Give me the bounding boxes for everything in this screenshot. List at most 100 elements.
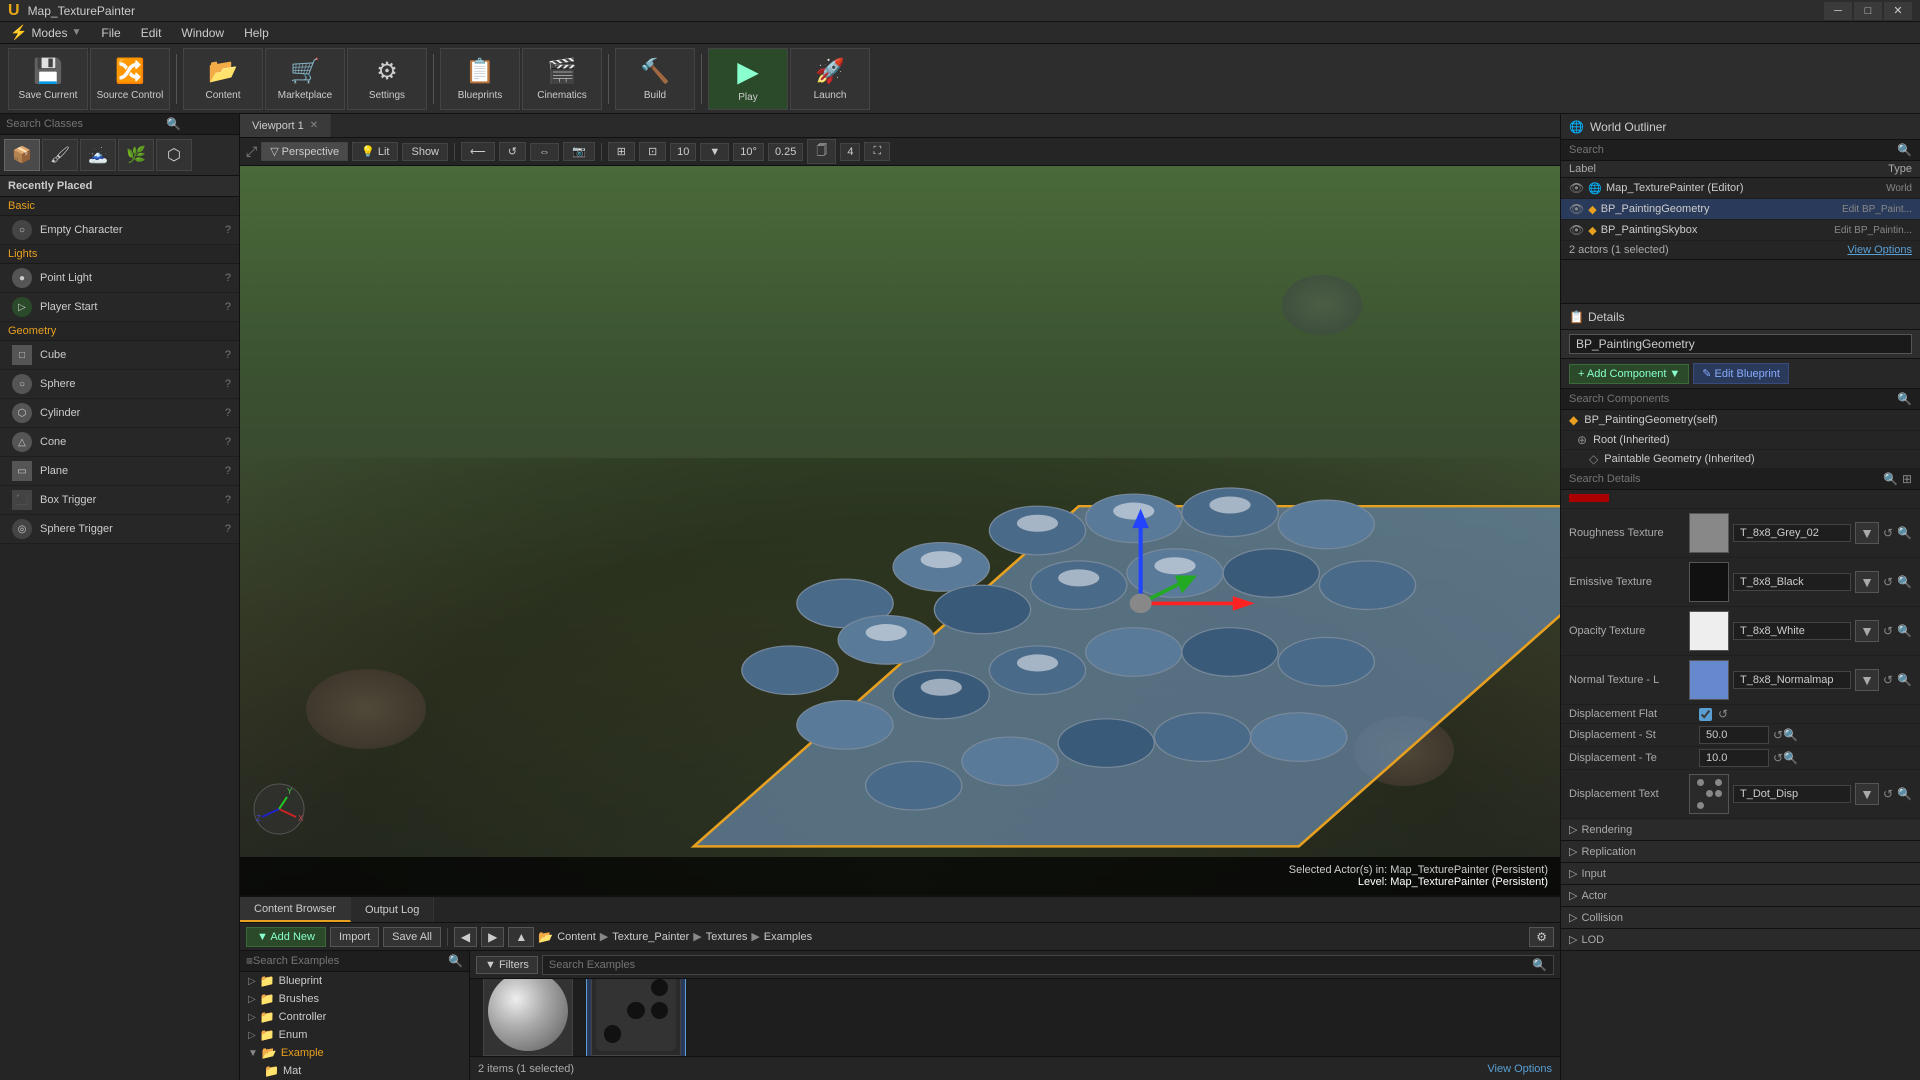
emissive-texture-dropdown[interactable]: ▼ [1855,571,1879,593]
details-grid-view-icon[interactable]: ⊞ [1902,472,1912,486]
rendering-section[interactable]: ▷ Rendering [1561,819,1920,841]
folder-brushes[interactable]: ▷ 📁 Brushes [240,990,469,1008]
perspective-btn[interactable]: ▽ Perspective [261,142,348,161]
actor-player-start[interactable]: ▷ Player Start ? [0,293,239,322]
sphere-help[interactable]: ? [225,378,231,390]
edit-menu[interactable]: Edit [131,22,172,43]
show-btn[interactable]: Show [402,143,448,161]
add-new-button[interactable]: ▼ Add New [246,927,326,947]
folder-mat[interactable]: 📁 Mat [240,1062,469,1080]
asset-t-dot-disp[interactable]: T_Dot_Disp [586,979,686,1056]
sphere-trigger-help[interactable]: ? [225,523,231,535]
roughness-search-icon[interactable]: 🔍 [1897,526,1912,540]
category-basic[interactable]: Basic [0,197,239,216]
outliner-item-world[interactable]: 👁 🌐 Map_TexturePainter (Editor) World [1561,178,1920,199]
painting-geometry-eye-icon[interactable]: 👁 [1569,202,1584,216]
paint-mode-btn[interactable]: 🖌 [42,139,78,171]
asset-t-cone-disp[interactable]: T_Cone_Disp [478,979,578,1056]
cube-help[interactable]: ? [225,349,231,361]
displacement-st-input[interactable] [1699,726,1769,744]
empty-character-help[interactable]: ? [225,224,231,236]
lod-section[interactable]: ▷ LOD [1561,929,1920,951]
displacement-text-search-icon[interactable]: 🔍 [1897,787,1912,801]
displacement-text-swatch[interactable] [1689,774,1729,814]
emissive-search-icon[interactable]: 🔍 [1897,575,1912,589]
content-browser-tab[interactable]: Content Browser [240,897,351,922]
roughness-texture-dropdown[interactable]: ▼ [1855,522,1879,544]
outliner-item-painting-skybox[interactable]: 👁 ◆ BP_PaintingSkybox Edit BP_Paintin... [1561,220,1920,241]
emissive-texture-swatch[interactable] [1689,562,1729,602]
modes-menu[interactable]: ⚡ Modes ▼ [0,22,91,43]
viewport-expand-icon[interactable]: ⤢ [246,143,257,160]
player-start-help[interactable]: ? [225,301,231,313]
file-menu[interactable]: File [91,22,130,43]
displacement-te-search-icon[interactable]: 🔍 [1783,751,1798,765]
displacement-flat-reset-icon[interactable]: ↺ [1718,707,1728,721]
blueprints-button[interactable]: 📋 Blueprints [440,48,520,110]
normal-texture-swatch[interactable] [1689,660,1729,700]
displacement-te-input[interactable] [1699,749,1769,767]
plane-help[interactable]: ? [225,465,231,477]
geometry-mode-btn[interactable]: ⬡ [156,139,192,171]
outliner-search-input[interactable] [1569,144,1893,156]
scale-gizmo-btn[interactable]: ⇔ [530,143,559,161]
outliner-item-painting-geometry[interactable]: 👁 ◆ BP_PaintingGeometry Edit BP_Paint... [1561,199,1920,220]
point-light-help[interactable]: ? [225,272,231,284]
folder-example[interactable]: ▼ 📂 Example [240,1044,469,1062]
details-actor-name-input[interactable] [1569,334,1912,354]
actor-sphere-trigger[interactable]: ◎ Sphere Trigger ? [0,515,239,544]
category-lights[interactable]: Lights [0,245,239,264]
opacity-search-icon[interactable]: 🔍 [1897,624,1912,638]
collapse-tree-icon[interactable]: ≡ [246,954,253,968]
actor-cylinder[interactable]: ⬡ Cylinder ? [0,399,239,428]
component-self[interactable]: ◆ BP_PaintingGeometry(self) [1561,410,1920,431]
landscape-mode-btn[interactable]: 🗻 [80,139,116,171]
actor-empty-character[interactable]: ○ Empty Character ? [0,216,239,245]
component-paintable-geometry[interactable]: ◇ Paintable Geometry (Inherited) [1561,450,1920,469]
import-button[interactable]: Import [330,927,379,947]
actor-box-trigger[interactable]: ⬛ Box Trigger ? [0,486,239,515]
actor-cube[interactable]: □ Cube ? [0,341,239,370]
viewport-tab-close-icon[interactable]: ✕ [310,120,318,131]
emissive-reset-icon[interactable]: ↺ [1883,575,1893,589]
path-texture-painter[interactable]: Texture_Painter [612,931,689,943]
grid-dropdown-btn[interactable]: ▼ [700,143,729,161]
grid-btn[interactable]: ⊞ [608,142,635,161]
settings-button[interactable]: ⚙ Settings [347,48,427,110]
camera-btn[interactable]: 📷 [563,142,595,161]
displacement-st-reset-icon[interactable]: ↺ [1773,728,1783,742]
build-button[interactable]: 🔨 Build [615,48,695,110]
placement-mode-btn[interactable]: 📦 [4,139,40,171]
path-textures[interactable]: Textures [706,931,748,943]
surface-snap-btn[interactable]: ⊡ [639,142,666,161]
folder-enum[interactable]: ▷ 📁 Enum [240,1026,469,1044]
input-section[interactable]: ▷ Input [1561,863,1920,885]
maximize-button[interactable]: □ [1854,2,1882,20]
collision-section[interactable]: ▷ Collision [1561,907,1920,929]
search-classes-input[interactable] [6,118,166,130]
help-menu[interactable]: Help [234,22,279,43]
painting-skybox-eye-icon[interactable]: 👁 [1569,223,1584,237]
roughness-texture-swatch[interactable] [1689,513,1729,553]
edit-blueprint-button[interactable]: ✎ Edit Blueprint [1693,363,1789,384]
displacement-st-search-icon[interactable]: 🔍 [1783,728,1798,742]
top-color-swatch[interactable] [1569,494,1609,502]
nav-back-button[interactable]: ◀ [454,927,477,947]
play-button[interactable]: ▶ Play [708,48,788,110]
replication-section[interactable]: ▷ Replication [1561,841,1920,863]
folder-search-input[interactable] [253,955,448,967]
components-search-input[interactable] [1569,393,1897,405]
opacity-texture-dropdown[interactable]: ▼ [1855,620,1879,642]
displacement-text-dropdown[interactable]: ▼ [1855,783,1879,805]
normal-search-icon[interactable]: 🔍 [1897,673,1912,687]
component-root[interactable]: ⊕ Root (Inherited) [1561,431,1920,450]
actor-sphere[interactable]: ○ Sphere ? [0,370,239,399]
close-button[interactable]: ✕ [1884,2,1912,20]
save-current-button[interactable]: 💾 Save Current [8,48,88,110]
filters-button[interactable]: ▼ Filters [476,956,538,974]
actor-section[interactable]: ▷ Actor [1561,885,1920,907]
actor-point-light[interactable]: ● Point Light ? [0,264,239,293]
nav-forward-button[interactable]: ▶ [481,927,504,947]
cinematics-button[interactable]: 🎬 Cinematics [522,48,602,110]
normal-texture-dropdown[interactable]: ▼ [1855,669,1879,691]
